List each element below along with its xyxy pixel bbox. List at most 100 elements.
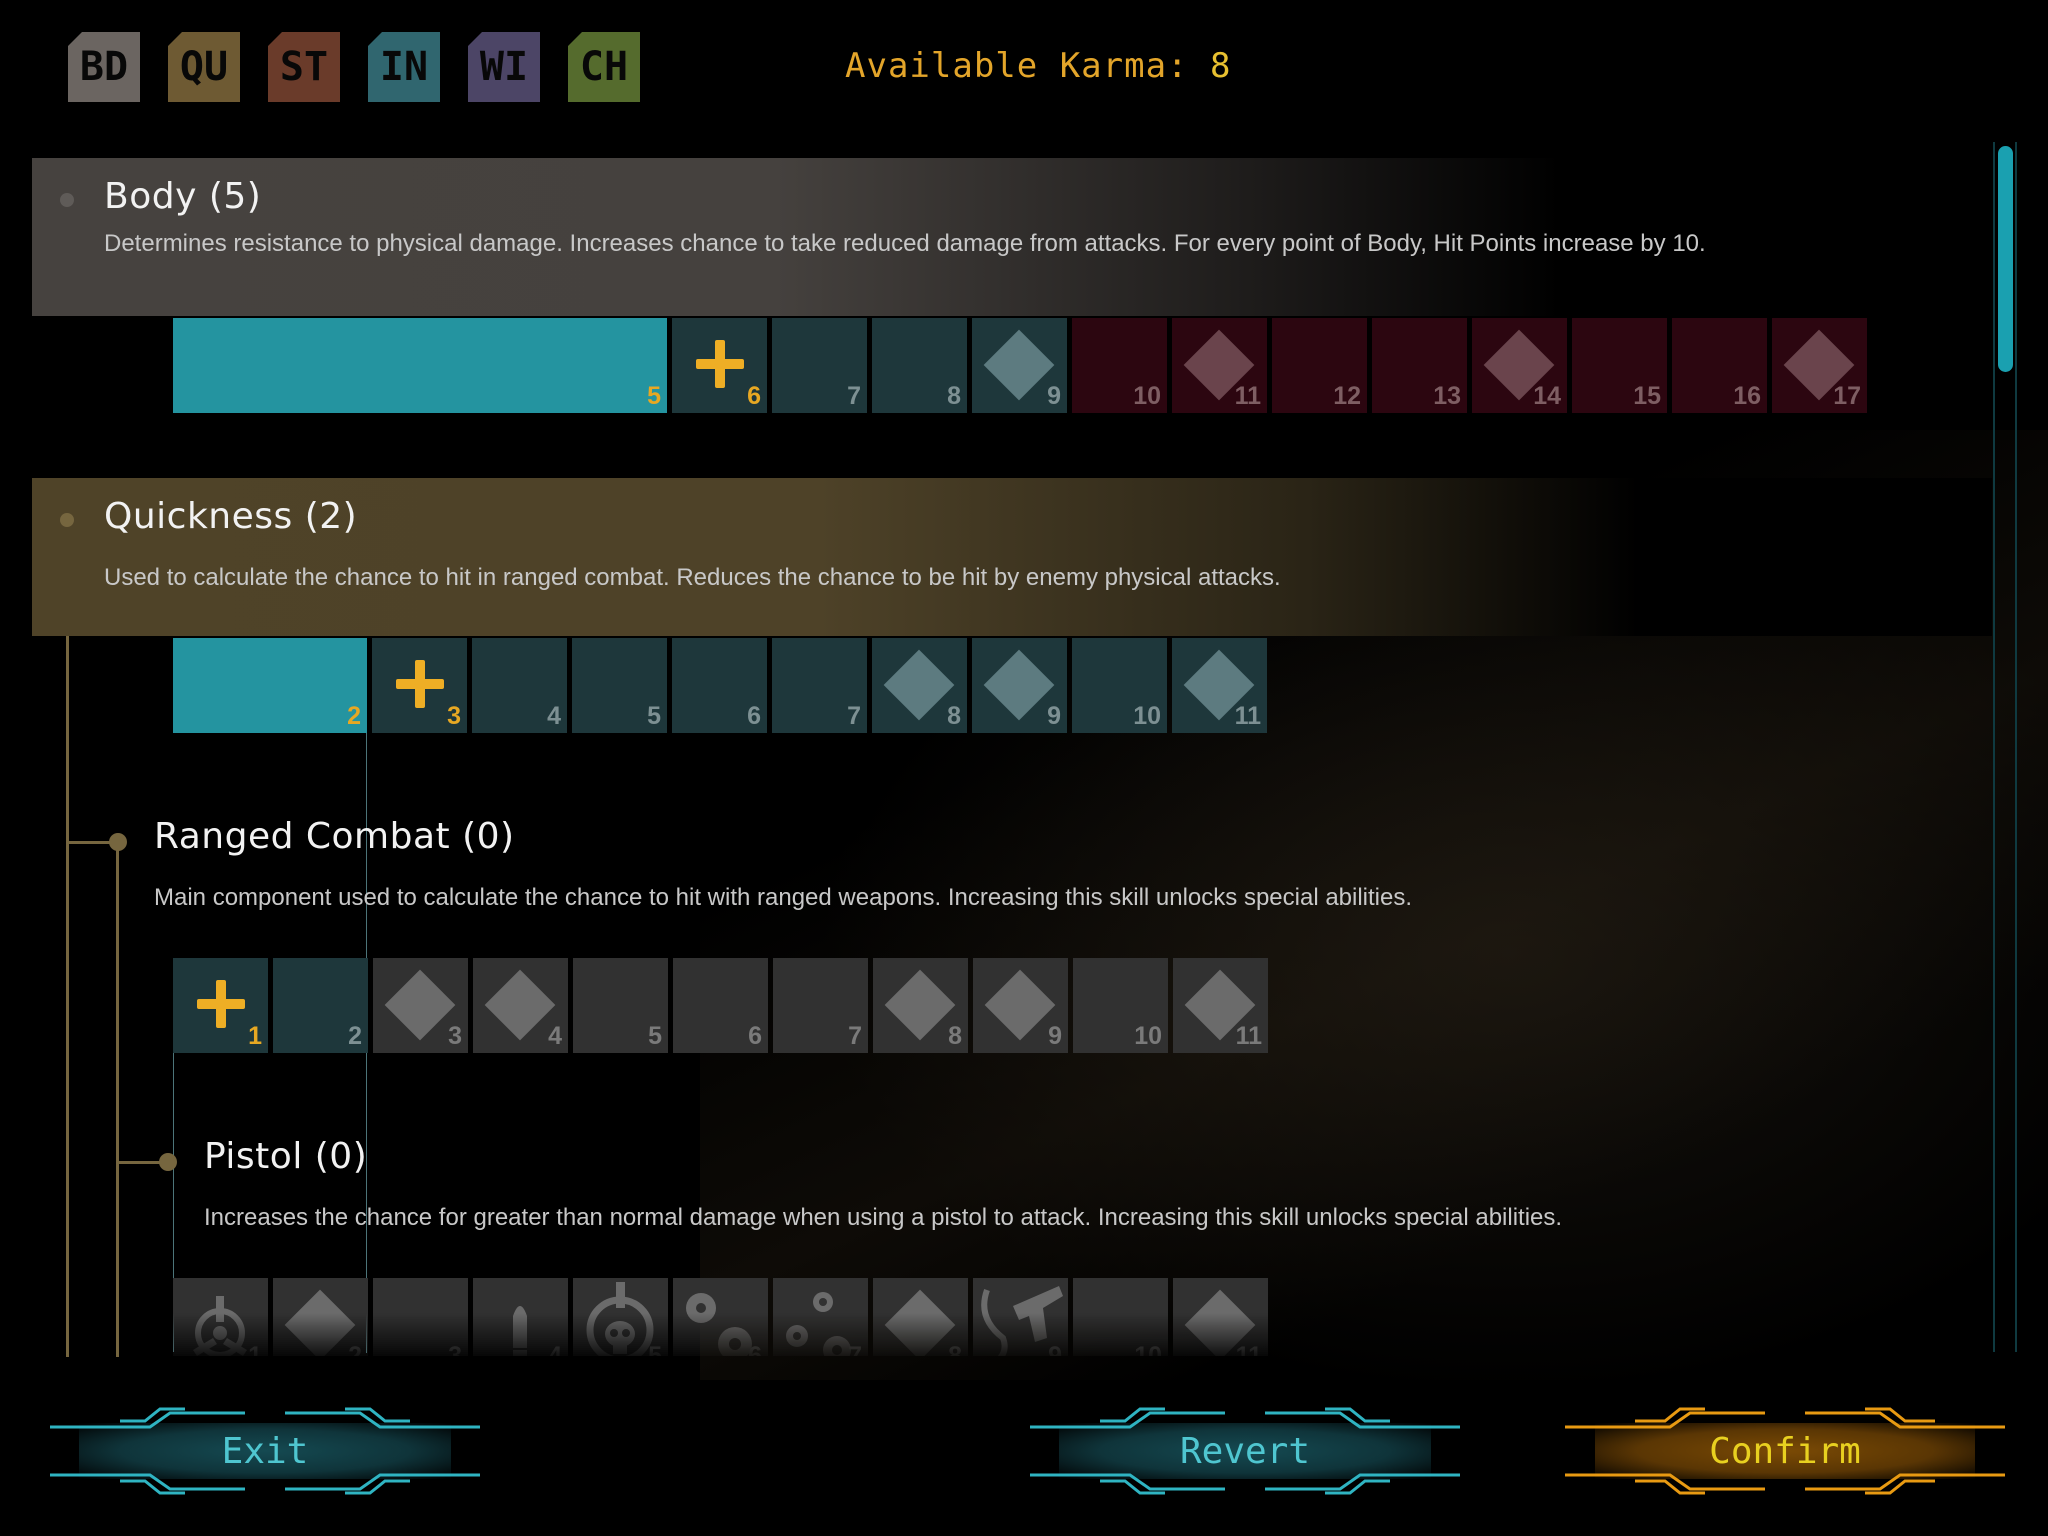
- body-title: Body (5): [104, 176, 262, 217]
- diamond-icon: [983, 329, 1055, 401]
- tree-line-ranged: [116, 842, 119, 1357]
- tab-body[interactable]: BD: [68, 32, 140, 102]
- quickness-node-dot: [60, 513, 74, 527]
- quickness-level-number: 2: [347, 702, 361, 730]
- level-number: 10: [1133, 382, 1161, 410]
- level-number: 10: [1134, 1022, 1162, 1050]
- pistol-title: Pistol (0): [204, 1136, 368, 1177]
- tab-quickness[interactable]: QU: [168, 32, 240, 102]
- body-filled-segment: 5: [173, 318, 667, 413]
- ranged-combat-description: Main component used to calculate the cha…: [154, 884, 1413, 911]
- level-number: 6: [747, 702, 761, 730]
- body-bar: 5 6 7 8 9 10 11 12 13 14 15 16 17: [173, 318, 1873, 413]
- level-number: 5: [648, 1342, 662, 1356]
- quickness-description: Used to calculate the chance to hit in r…: [104, 564, 1281, 591]
- confirm-label: Confirm: [1709, 1430, 1861, 1472]
- pistol-bar: 1 2 3 4 5 6 7 8 9 10 11: [173, 1278, 1273, 1356]
- exit-label: Exit: [221, 1430, 309, 1472]
- level-number: 5: [648, 1022, 662, 1050]
- tree-line-quickness: [66, 522, 69, 1357]
- level-number: 14: [1533, 382, 1561, 410]
- pistol-level-cell: 5: [573, 1278, 668, 1356]
- scrollbar-thumb[interactable]: [1998, 146, 2013, 372]
- level-number: 8: [948, 1342, 962, 1356]
- body-level-cell: 9: [972, 318, 1067, 413]
- ranged-combat-level-cell: 3: [373, 958, 468, 1053]
- level-number: 6: [748, 1022, 762, 1050]
- level-number: 9: [1048, 1022, 1062, 1050]
- tab-willpower[interactable]: WI: [468, 32, 540, 102]
- ranged-combat-level-cell[interactable]: 1: [173, 958, 268, 1053]
- level-number: 7: [848, 1022, 862, 1050]
- diamond-icon: [884, 969, 956, 1041]
- tab-intelligence[interactable]: IN: [368, 32, 440, 102]
- available-karma: Available Karma: 8: [845, 46, 1231, 86]
- body-level-cell: 16: [1672, 318, 1767, 413]
- level-number: 3: [447, 702, 461, 730]
- karma-value: 8: [1210, 46, 1232, 86]
- revert-label: Revert: [1179, 1430, 1311, 1472]
- level-number: 9: [1048, 1342, 1062, 1356]
- body-level-cell: 15: [1572, 318, 1667, 413]
- quickness-level-cell: 5: [572, 638, 667, 733]
- diamond-icon: [883, 649, 955, 721]
- body-level-cell: 8: [872, 318, 967, 413]
- level-number: 8: [947, 382, 961, 410]
- karma-label: Available Karma:: [845, 46, 1189, 86]
- confirm-button[interactable]: Confirm: [1535, 1405, 2035, 1497]
- level-number: 9: [1047, 382, 1061, 410]
- level-number: 7: [847, 382, 861, 410]
- quickness-bar: 2 3 4 5 6 7 8 9 10 11: [173, 638, 1273, 733]
- level-number: 16: [1733, 382, 1761, 410]
- body-level-cell: 17: [1772, 318, 1867, 413]
- level-number: 2: [348, 1342, 362, 1356]
- level-number: 9: [1047, 702, 1061, 730]
- quickness-level-cell: 8: [872, 638, 967, 733]
- ranged-combat-level-cell: 2: [273, 958, 368, 1053]
- diamond-icon: [284, 1289, 356, 1356]
- level-number: 7: [848, 1342, 862, 1356]
- level-number: 11: [1234, 702, 1261, 730]
- level-number: 8: [948, 1022, 962, 1050]
- ranged-combat-level-cell: 4: [473, 958, 568, 1053]
- plus-icon[interactable]: [696, 340, 744, 388]
- quickness-level-cell: 6: [672, 638, 767, 733]
- tab-charisma[interactable]: CH: [568, 32, 640, 102]
- quickness-title: Quickness (2): [104, 496, 358, 537]
- level-number: 6: [748, 1342, 762, 1356]
- level-number: 12: [1333, 382, 1361, 410]
- pistol-level-cell: 9: [973, 1278, 1068, 1356]
- body-level-cell[interactable]: 6: [672, 318, 767, 413]
- pistol-description: Increases the chance for greater than no…: [204, 1204, 1563, 1231]
- exit-button[interactable]: Exit: [20, 1405, 510, 1497]
- diamond-icon: [884, 1289, 956, 1356]
- plus-icon[interactable]: [197, 980, 245, 1028]
- ranged-combat-level-cell: 5: [573, 958, 668, 1053]
- plus-icon[interactable]: [396, 660, 444, 708]
- pistol-level-cell: 4: [473, 1278, 568, 1356]
- ranged-combat-level-cell: 9: [973, 958, 1068, 1053]
- ranged-combat-level-cell: 11: [1173, 958, 1268, 1053]
- body-description: Determines resistance to physical damage…: [104, 230, 1706, 257]
- level-number: 15: [1633, 382, 1661, 410]
- level-number: 4: [547, 702, 561, 730]
- body-level-cell: 12: [1272, 318, 1367, 413]
- level-number: 3: [448, 1342, 462, 1356]
- level-number: 13: [1433, 382, 1461, 410]
- pistol-level-cell: 10: [1073, 1278, 1168, 1356]
- pistol-level-cell: 8: [873, 1278, 968, 1356]
- ranged-combat-level-cell: 7: [773, 958, 868, 1053]
- quickness-level-cell: 9: [972, 638, 1067, 733]
- quickness-level-cell[interactable]: 3: [372, 638, 467, 733]
- level-number: 7: [847, 702, 861, 730]
- revert-button[interactable]: Revert: [1000, 1405, 1490, 1497]
- ranged-combat-bar: 1 2 3 4 5 6 7 8 9 10 11: [173, 958, 1273, 1053]
- pistol-level-cell: 1: [173, 1278, 268, 1356]
- tab-strength[interactable]: ST: [268, 32, 340, 102]
- ranged-combat-level-cell: 6: [673, 958, 768, 1053]
- level-number: 17: [1833, 382, 1861, 410]
- body-node-dot: [60, 193, 74, 207]
- pistol-level-cell: 3: [373, 1278, 468, 1356]
- body-level-cell: 11: [1172, 318, 1267, 413]
- level-number: 3: [448, 1022, 462, 1050]
